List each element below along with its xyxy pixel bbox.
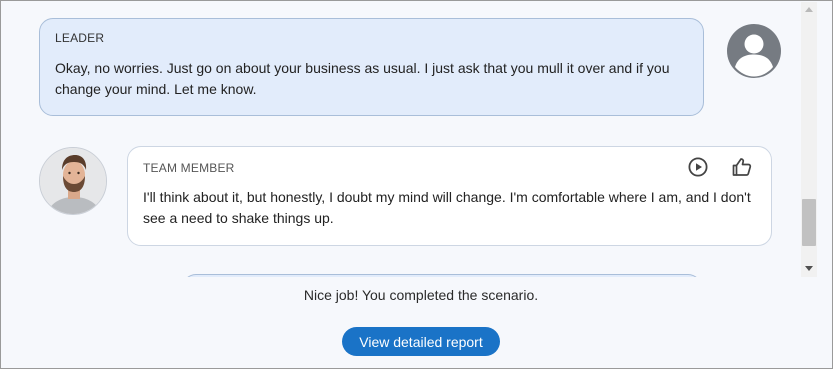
leader-message-bubble: LEADER Okay, no worries. Just go on abou…: [39, 18, 704, 116]
account-circle-icon: [727, 24, 781, 78]
completion-footer: Nice job! You completed the scenario. Vi…: [2, 277, 832, 368]
team-member-photo: [40, 148, 106, 214]
message-text: I'll think about it, but honestly, I dou…: [143, 189, 751, 226]
scenario-window: LEADER Okay, no worries. Just go on abou…: [0, 0, 833, 369]
message-actions: [687, 156, 753, 178]
speaker-label: TEAM MEMBER: [143, 161, 235, 175]
scroll-up-arrow-icon[interactable]: [805, 7, 813, 12]
thumbs-up-icon[interactable]: [731, 156, 753, 178]
team-member-message-bubble: TEAM MEMBER I'll think about it, but hon…: [127, 146, 772, 246]
chat-transcript[interactable]: LEADER Okay, no worries. Just go on abou…: [2, 2, 801, 277]
completion-message: Nice job! You completed the scenario.: [303, 287, 539, 303]
play-circle-icon[interactable]: [687, 156, 709, 178]
view-report-button[interactable]: View detailed report: [342, 327, 500, 356]
scrollbar-thumb[interactable]: [802, 199, 816, 246]
speaker-label: LEADER: [55, 31, 105, 45]
chat-scrollbar[interactable]: [801, 2, 817, 277]
team-member-avatar: [39, 147, 107, 215]
scroll-down-arrow-icon[interactable]: [805, 266, 813, 271]
message-text: Okay, no worries. Just go on about your …: [55, 60, 670, 97]
